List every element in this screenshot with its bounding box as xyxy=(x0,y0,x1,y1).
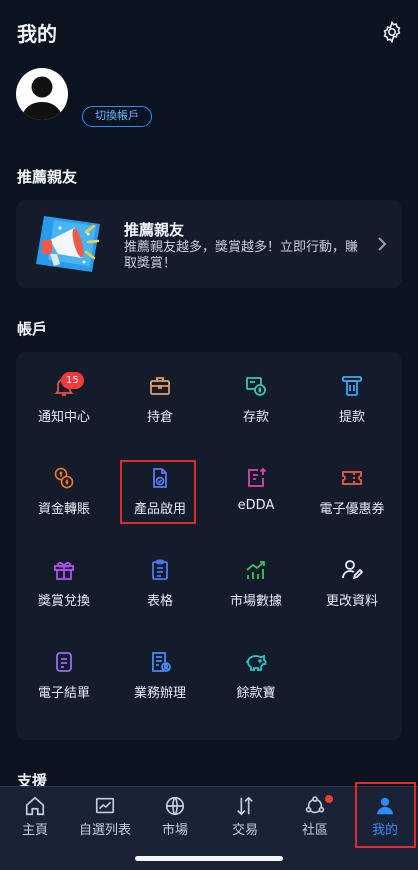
grid-item-label: 獎賞兌換 xyxy=(37,594,90,609)
grid-item-estatement[interactable]: 電子結單 xyxy=(16,628,112,720)
briefcase-icon xyxy=(150,377,170,395)
currency-transfer-icon xyxy=(54,467,74,489)
grid-item-label: 持倉 xyxy=(146,410,173,425)
grid-item-label: 電子優惠券 xyxy=(319,502,385,517)
grid-item-notifications[interactable]: 15 通知中心 xyxy=(16,352,112,444)
statement-icon xyxy=(56,652,72,672)
grid-item-withdraw[interactable]: 提款 xyxy=(304,352,400,444)
home-icon xyxy=(25,796,45,816)
chevron-right-icon xyxy=(378,237,387,251)
globe-icon xyxy=(165,796,185,816)
page-title: 我的 xyxy=(17,22,57,46)
edda-icon xyxy=(248,467,267,487)
grid-item-surplus-treasure[interactable]: 餘款寶 xyxy=(208,628,304,720)
profile-section: 切換帳戶 xyxy=(0,62,418,142)
community-icon xyxy=(305,796,325,814)
tab-highlight-box xyxy=(355,782,416,848)
grid-item-label: 提款 xyxy=(338,410,365,425)
coupon-icon xyxy=(342,471,362,485)
grid-item-fund-transfer[interactable]: 資金轉賬 xyxy=(16,444,112,536)
avatar[interactable] xyxy=(16,68,68,120)
community-notification-dot xyxy=(325,795,333,803)
tab-home[interactable]: 主頁 xyxy=(0,787,70,843)
referral-card-description: 推薦親友越多，獎賞越多！立即行動，賺取獎賞！ xyxy=(124,240,359,271)
watchlist-chart-icon xyxy=(95,797,115,814)
tab-label: 社區 xyxy=(301,823,328,838)
megaphone-icon xyxy=(36,216,100,272)
tab-trade[interactable]: 交易 xyxy=(210,787,280,843)
user-edit-icon xyxy=(342,560,364,580)
switch-account-button[interactable]: 切換帳戶 xyxy=(82,106,152,127)
home-indicator xyxy=(135,856,283,861)
tab-label: 市場 xyxy=(161,823,188,838)
trade-arrows-icon xyxy=(237,796,253,816)
gear-icon[interactable] xyxy=(380,20,404,44)
referral-section-title: 推薦親友 xyxy=(17,168,78,186)
notification-badge: 15 xyxy=(61,372,84,389)
header: 我的 xyxy=(0,0,418,62)
grid-item-label: 電子結單 xyxy=(37,686,90,701)
grid-item-label: 市場數據 xyxy=(229,594,282,609)
grid-item-label: 通知中心 xyxy=(37,410,90,425)
grid-item-ecoupon[interactable]: 電子優惠券 xyxy=(304,444,400,536)
grid-item-label: 業務辦理 xyxy=(133,686,186,701)
clipboard-icon xyxy=(152,559,168,580)
withdraw-icon xyxy=(342,376,362,396)
grid-item-label: 存款 xyxy=(242,410,269,425)
gift-icon xyxy=(54,561,74,580)
grid-item-forms[interactable]: 表格 xyxy=(112,536,208,628)
grid-item-label: 資金轉賬 xyxy=(37,502,90,517)
account-grid: 15 通知中心 持倉 存款 提款 資金轉賬 產品啟用 eDDA 電子優惠券 獎賞… xyxy=(16,352,402,740)
account-section-title: 帳戶 xyxy=(17,320,48,338)
grid-item-label: 更改資料 xyxy=(325,594,378,609)
tab-label: 主頁 xyxy=(21,823,48,838)
highlight-box xyxy=(120,460,196,524)
grid-item-business-service[interactable]: 業務辦理 xyxy=(112,628,208,720)
grid-item-label: eDDA xyxy=(237,498,275,513)
tab-community[interactable]: 社區 xyxy=(280,787,350,843)
grid-item-update-info[interactable]: 更改資料 xyxy=(304,536,400,628)
grid-item-positions[interactable]: 持倉 xyxy=(112,352,208,444)
grid-item-label: 餘款寶 xyxy=(236,686,276,701)
referral-card-title: 推薦親友 xyxy=(124,221,185,239)
chart-bars-icon xyxy=(246,561,265,579)
deposit-icon xyxy=(246,377,266,396)
tab-watchlist[interactable]: 自選列表 xyxy=(70,787,140,843)
referral-card[interactable]: 推薦親友 推薦親友越多，獎賞越多！立即行動，賺取獎賞！ xyxy=(16,200,402,288)
grid-item-market-data[interactable]: 市場數據 xyxy=(208,536,304,628)
tab-market[interactable]: 市場 xyxy=(140,787,210,843)
grid-item-edda[interactable]: eDDA xyxy=(208,444,304,536)
tab-label: 交易 xyxy=(231,823,258,838)
grid-item-label: 表格 xyxy=(146,594,173,609)
piggy-bank-icon xyxy=(246,654,267,671)
tab-label: 自選列表 xyxy=(78,823,131,838)
grid-item-deposit[interactable]: 存款 xyxy=(208,352,304,444)
service-doc-icon xyxy=(152,652,171,672)
grid-item-reward-redemption[interactable]: 獎賞兌換 xyxy=(16,536,112,628)
